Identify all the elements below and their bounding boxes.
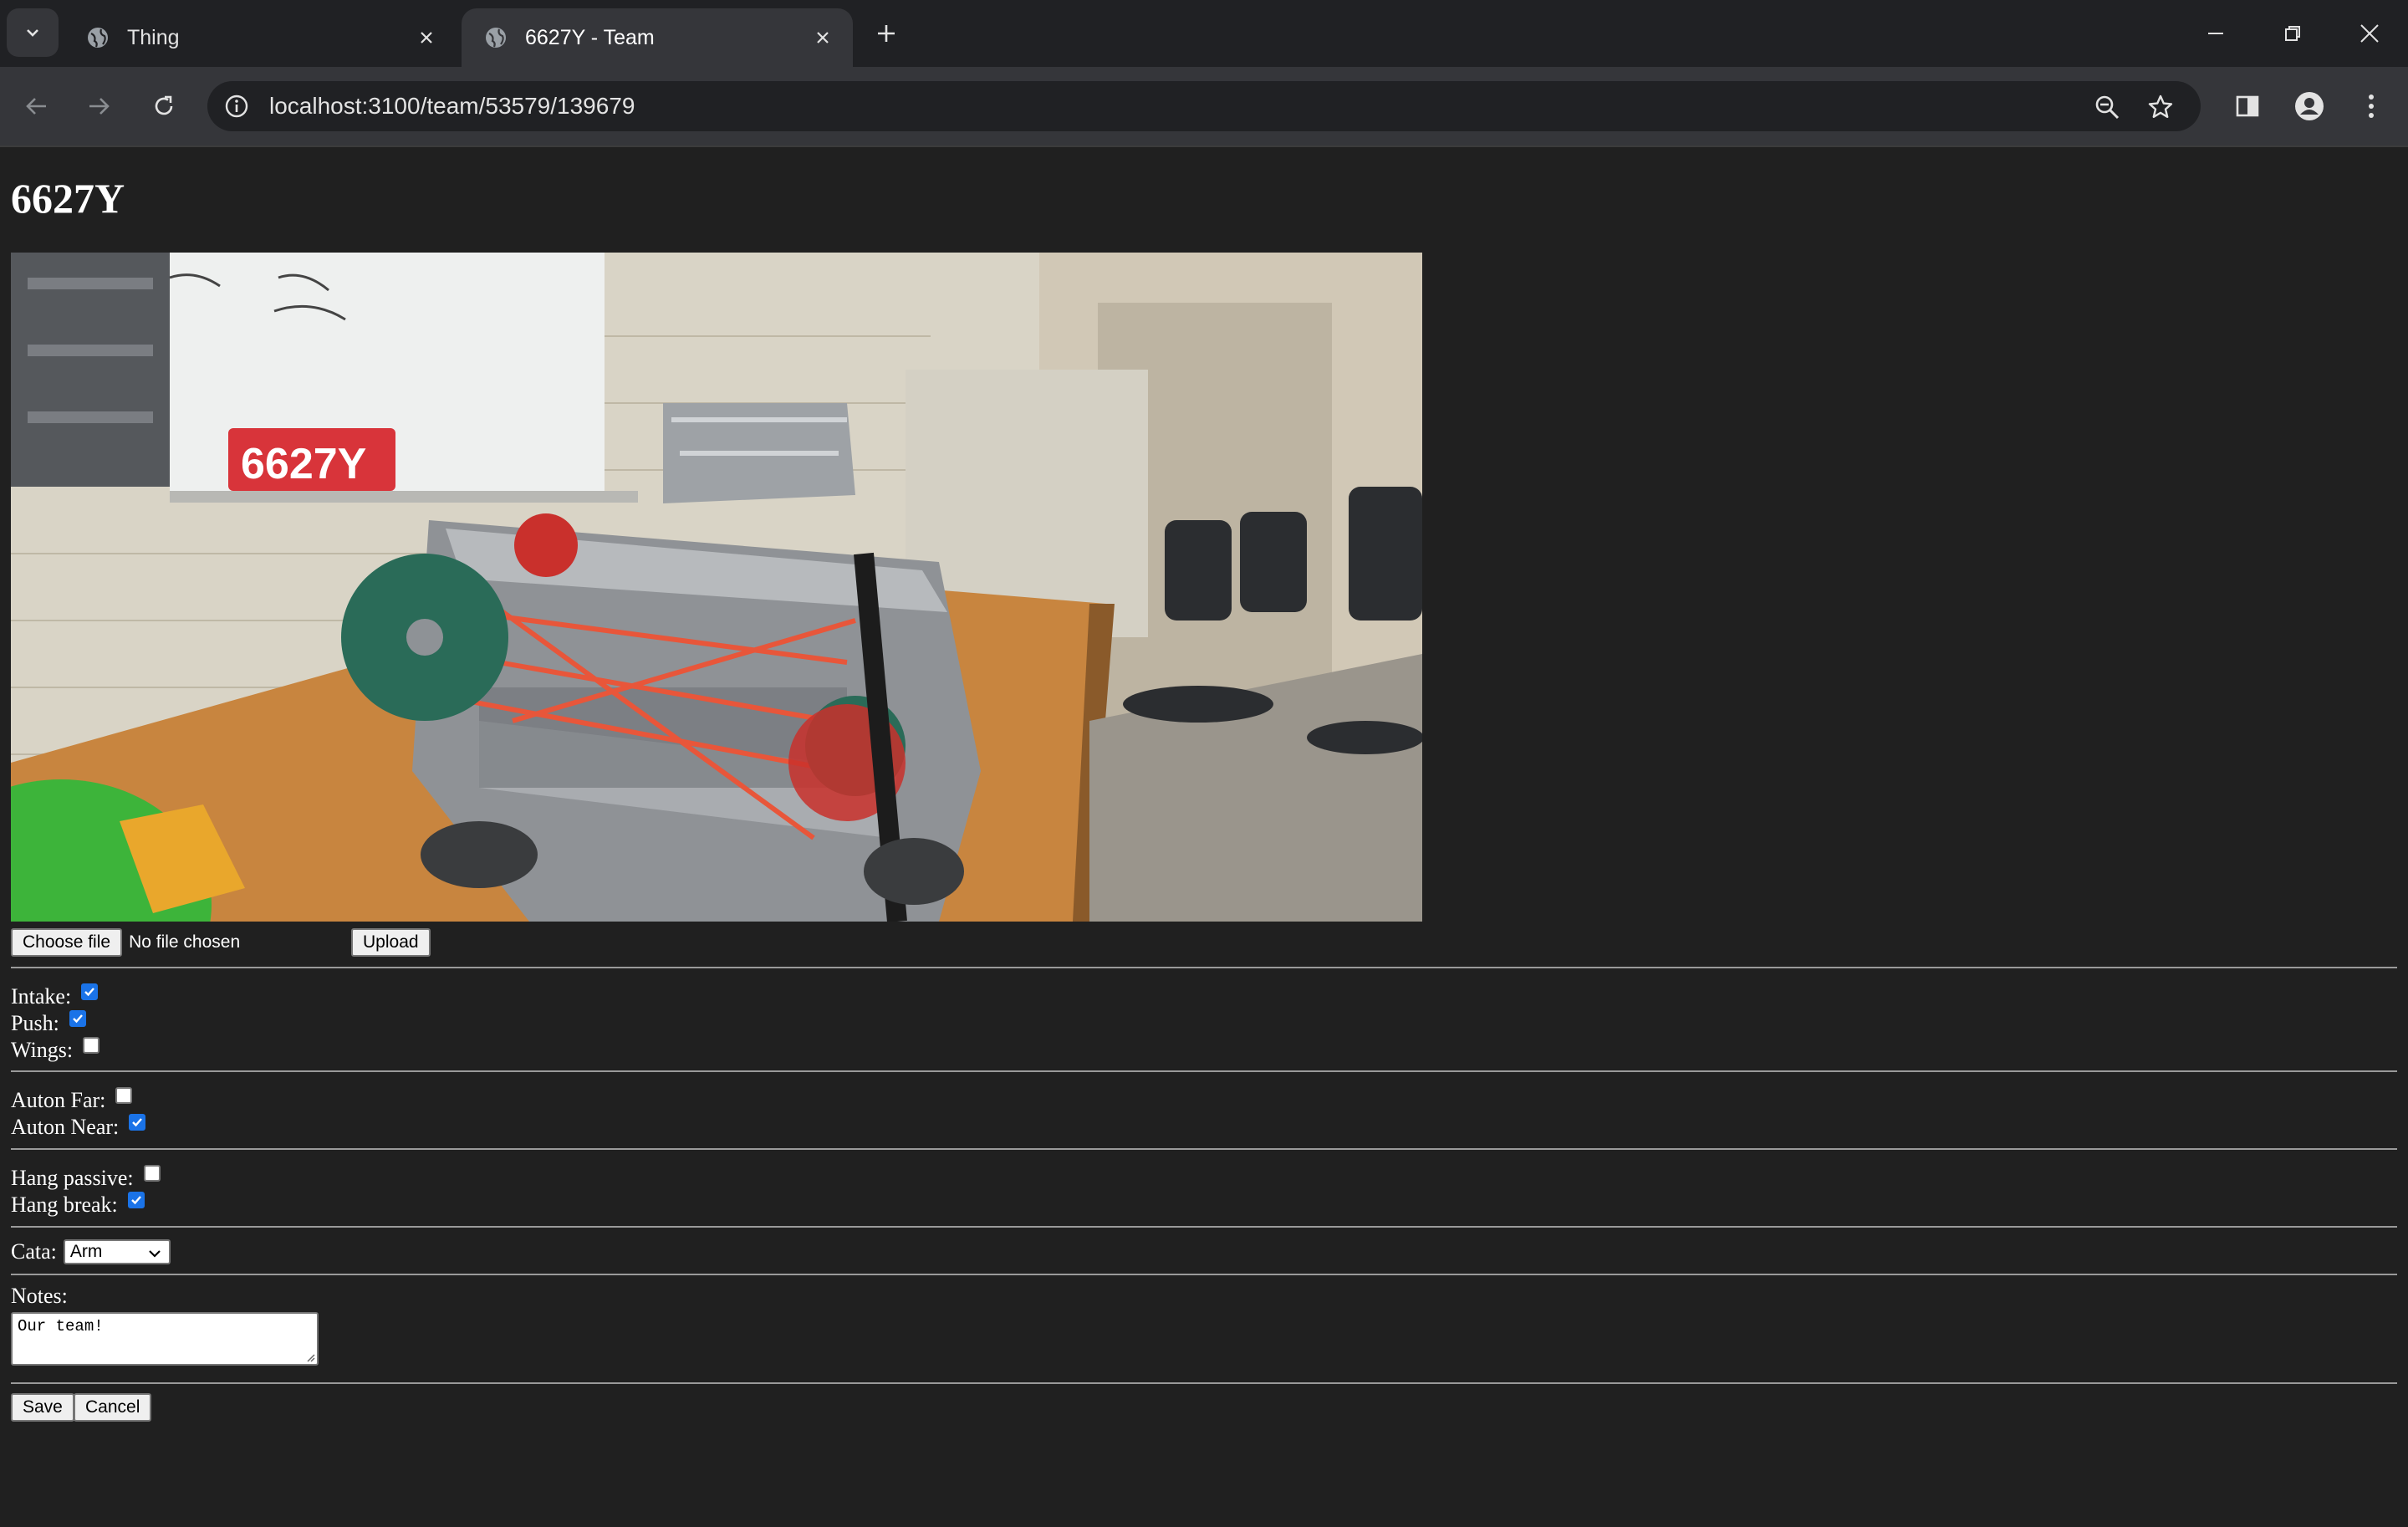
info-icon[interactable] — [221, 90, 253, 122]
cancel-button[interactable]: Cancel — [74, 1393, 152, 1422]
new-tab-button[interactable] — [870, 17, 903, 50]
browser-toolbar: localhost:3100/team/53579/139679 — [0, 67, 2408, 146]
close-icon[interactable] — [411, 23, 441, 53]
reload-icon — [155, 95, 173, 115]
resize-grip-icon[interactable] — [305, 1352, 315, 1362]
svg-text:6627Y: 6627Y — [241, 440, 366, 488]
forward-button[interactable] — [79, 86, 119, 126]
tab-team[interactable]: 6627Y - Team — [462, 8, 853, 67]
save-button[interactable]: Save — [11, 1393, 74, 1422]
reload-button[interactable] — [144, 86, 184, 126]
profile-button[interactable] — [2289, 86, 2329, 126]
push-label: Push: — [11, 1011, 59, 1035]
plus-icon — [878, 25, 895, 42]
restore-icon — [2285, 26, 2300, 41]
tab-title: Thing — [127, 25, 180, 49]
close-icon — [2360, 24, 2379, 43]
file-input[interactable]: Choose file No file chosen — [11, 928, 240, 957]
chevron-down-icon — [27, 29, 38, 37]
hang-passive-checkbox[interactable] — [143, 1165, 161, 1182]
tab-thing[interactable]: Thing — [64, 8, 457, 67]
auton-far-checkbox[interactable] — [115, 1087, 133, 1104]
divider — [11, 1070, 2397, 1072]
auton-near-label: Auton Near: — [11, 1115, 120, 1139]
auton-near-field: Auton Near: — [11, 1114, 146, 1141]
close-window-button[interactable] — [2331, 0, 2408, 67]
notes-value: Our team! — [18, 1317, 104, 1335]
divider — [11, 1274, 2397, 1275]
browser-menu-button[interactable] — [2351, 86, 2391, 126]
notes-label: Notes: — [11, 1284, 68, 1308]
arrow-right-icon — [89, 98, 110, 115]
globe-icon — [85, 25, 110, 50]
divider — [11, 1226, 2397, 1228]
auton-far-field: Auton Far: — [11, 1087, 133, 1114]
divider — [11, 967, 2397, 968]
divider — [11, 1148, 2397, 1150]
url-text: localhost:3100/team/53579/139679 — [269, 93, 635, 119]
page-content: 6627Y 6627Y Choose file No file chosen U… — [0, 147, 2408, 1527]
star-icon[interactable] — [2144, 90, 2177, 124]
kebab-menu-icon — [2369, 94, 2374, 118]
back-button[interactable] — [17, 86, 57, 126]
minimize-icon — [2208, 33, 2223, 34]
wings-label: Wings: — [11, 1038, 74, 1062]
tab-search-button[interactable] — [7, 8, 59, 57]
auton-far-label: Auton Far: — [11, 1088, 106, 1112]
intake-field: Intake: — [11, 983, 99, 1010]
restore-button[interactable] — [2254, 0, 2331, 67]
close-icon[interactable] — [808, 23, 838, 53]
minimize-button[interactable] — [2177, 0, 2254, 67]
page-title: 6627Y — [11, 175, 125, 222]
auton-near-checkbox[interactable] — [129, 1114, 146, 1131]
globe-icon — [483, 25, 508, 50]
hang-break-label: Hang break: — [11, 1192, 118, 1217]
cata-field: Cata: Arm — [11, 1238, 171, 1265]
tab-title: 6627Y - Team — [525, 25, 655, 49]
hang-passive-label: Hang passive: — [11, 1166, 134, 1190]
cata-selected-value: Arm — [69, 1242, 103, 1261]
notes-textarea[interactable]: Our team! — [11, 1312, 319, 1366]
profile-icon — [2295, 92, 2324, 120]
hang-break-field: Hang break: — [11, 1192, 145, 1218]
team-photo: 6627Y — [11, 253, 1422, 922]
divider — [11, 1382, 2397, 1384]
wings-checkbox[interactable] — [83, 1037, 100, 1054]
tab-strip: Thing 6627Y - Team — [0, 0, 2408, 67]
arrow-left-icon — [26, 98, 46, 115]
choose-file-button[interactable]: Choose file — [11, 928, 123, 957]
upload-button[interactable]: Upload — [351, 928, 431, 957]
intake-label: Intake: — [11, 984, 72, 1009]
hang-passive-field: Hang passive: — [11, 1165, 161, 1192]
cata-label: Cata: — [11, 1239, 57, 1264]
push-field: Push: — [11, 1010, 86, 1037]
side-panel-button[interactable] — [2227, 86, 2268, 126]
address-bar[interactable]: localhost:3100/team/53579/139679 — [207, 81, 2201, 131]
push-checkbox[interactable] — [69, 1010, 86, 1027]
intake-checkbox[interactable] — [81, 983, 99, 1000]
zoom-out-icon[interactable] — [2090, 90, 2124, 124]
chevron-down-icon — [149, 1250, 161, 1258]
file-status: No file chosen — [129, 932, 241, 952]
side-panel-icon — [2236, 95, 2259, 117]
cata-select[interactable]: Arm — [63, 1239, 171, 1264]
wings-field: Wings: — [11, 1037, 100, 1064]
hang-break-checkbox[interactable] — [127, 1192, 145, 1208]
